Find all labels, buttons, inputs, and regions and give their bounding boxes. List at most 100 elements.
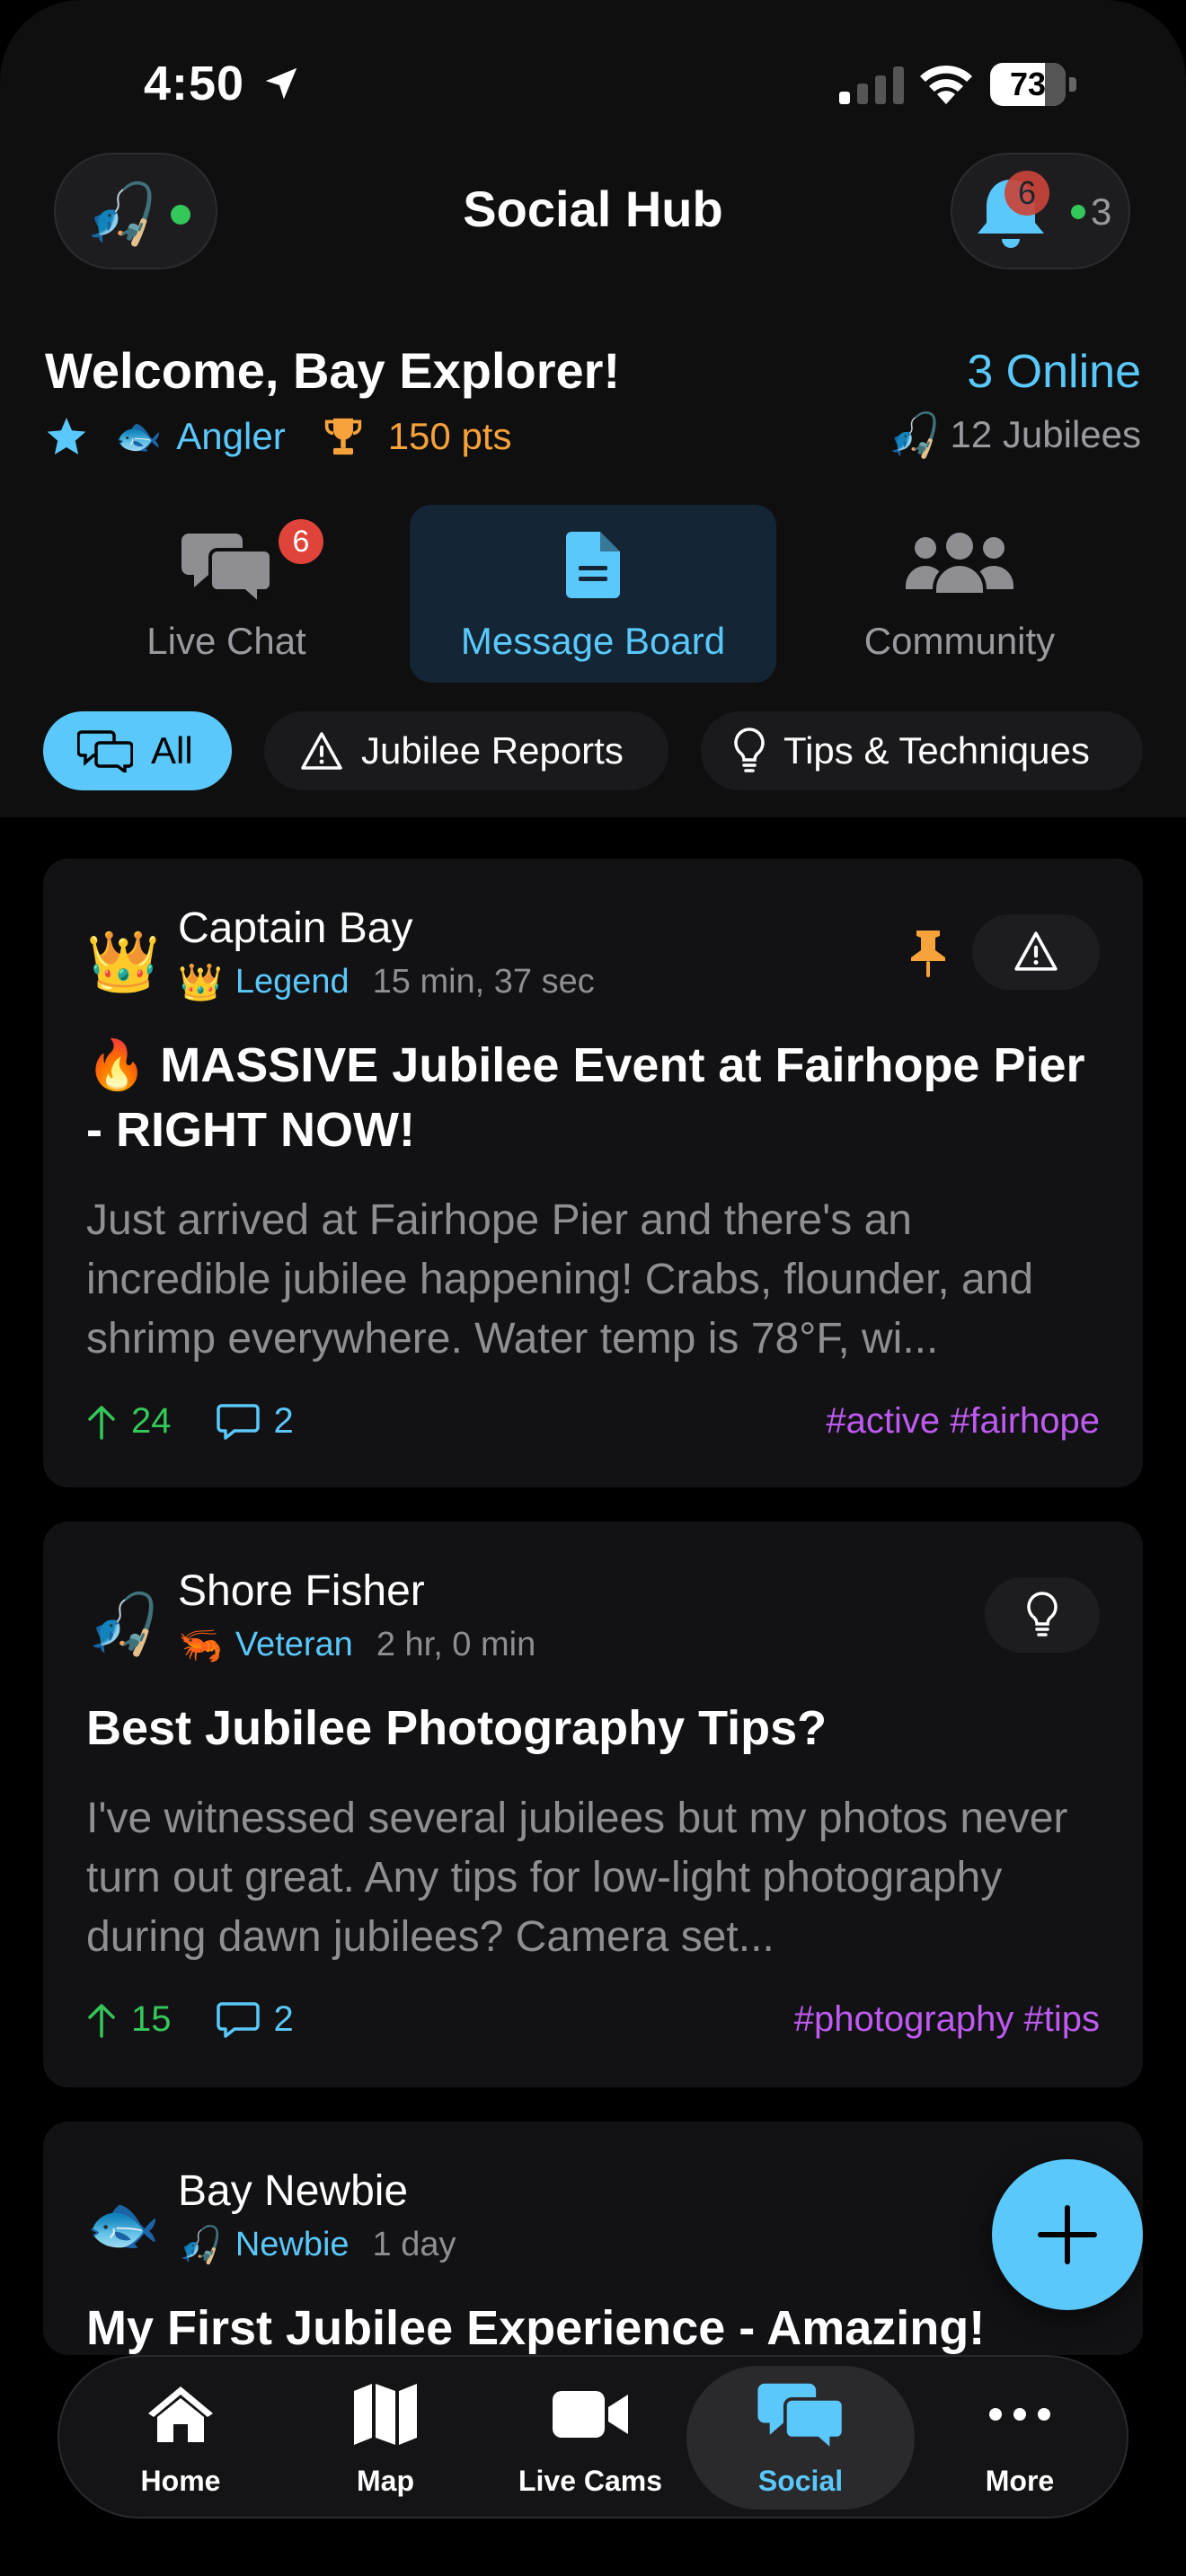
post-body: I've witnessed several jubilees but my p… <box>86 1795 1068 1961</box>
tab-community[interactable]: Community <box>776 505 1143 683</box>
post-time: 15 min, 37 sec <box>372 963 595 1001</box>
post-time: 1 day <box>372 2226 456 2263</box>
lightbulb-icon <box>1027 1592 1058 1636</box>
post-title[interactable]: 🔥 MASSIVE Jubilee Event at Fairhope Pier… <box>86 1033 1102 1162</box>
upvote-button[interactable]: 15 <box>86 1999 172 2040</box>
plus-icon <box>1038 2205 1097 2264</box>
rank-emoji: 👑 <box>178 963 223 1002</box>
pin-icon <box>911 931 945 977</box>
filter-label: Tips & Techniques <box>783 729 1090 772</box>
tab-live-chat[interactable]: 6 Live Chat <box>43 505 410 683</box>
online-users-dot <box>1071 205 1085 219</box>
filter-tips-techniques[interactable]: Tips & Techniques <box>701 711 1143 790</box>
online-count[interactable]: 3 Online <box>967 345 1141 399</box>
tabbar-more[interactable]: More <box>916 2357 1123 2517</box>
report-type-button[interactable] <box>972 914 1100 990</box>
tabbar-label: Map <box>357 2465 414 2497</box>
post-avatar: 🐟 <box>86 2191 161 2257</box>
post-body: Just arrived at Fairhope Pier and there'… <box>86 1196 1034 1363</box>
upvote-count: 15 <box>131 1999 172 2039</box>
rank-emoji: 🐟 <box>115 414 163 457</box>
upvote-button[interactable]: 24 <box>86 1401 172 1442</box>
rank-emoji: 🦐 <box>178 1626 223 1665</box>
post-title[interactable]: My First Jubilee Experience - Amazing! <box>86 2296 1102 2355</box>
author-rank: Veteran <box>235 1626 353 1663</box>
post-card[interactable]: 🎣 Shore Fisher 🦐 Veteran 2 hr, 0 min Bes… <box>43 1522 1143 2087</box>
comment-icon <box>216 2001 260 2038</box>
user-rank-row: 🐟 Angler 150 pts <box>45 411 511 462</box>
filter-label: All <box>151 729 193 772</box>
star-icon <box>47 418 86 454</box>
home-icon <box>148 2386 213 2442</box>
header-background <box>0 0 1186 817</box>
jubilees-count-row: 🎣 12 Jubilees <box>888 410 1141 460</box>
post-card[interactable]: 🐟 Bay Newbie 🎣 Newbie 1 day My First Jub… <box>43 2122 1143 2355</box>
comment-count: 2 <box>273 1401 294 1441</box>
location-arrow-icon <box>265 67 297 100</box>
comments-button[interactable]: 2 <box>216 1999 294 2040</box>
author-rank: Newbie <box>235 2226 350 2263</box>
jubilees-emoji: 🎣 <box>887 411 942 460</box>
lightbulb-icon <box>734 728 765 772</box>
status-time: 4:50 <box>144 57 245 110</box>
tab-message-board[interactable]: Message Board <box>410 505 776 683</box>
post-tags[interactable]: #photography #tips <box>794 1999 1100 2040</box>
warning-icon <box>301 732 342 770</box>
jubilees-count: 12 Jubilees <box>950 413 1141 455</box>
post-author[interactable]: Captain Bay <box>178 904 413 953</box>
tab-label: Community <box>863 620 1056 662</box>
welcome-greeting: Welcome, Bay Explorer! <box>45 342 621 399</box>
comment-icon <box>216 1403 260 1440</box>
tabbar-label: More <box>985 2465 1055 2497</box>
chat-bubbles-icon <box>77 730 133 772</box>
user-rank: Angler <box>176 415 286 457</box>
trophy-icon <box>324 418 361 455</box>
tabbar-label: Live Cams <box>518 2465 663 2497</box>
online-users-count: 3 <box>1091 190 1112 233</box>
post-author[interactable]: Bay Newbie <box>178 2166 408 2216</box>
live-chat-badge: 6 <box>279 519 323 564</box>
post-tags[interactable]: #active #fairhope <box>826 1401 1100 1442</box>
people-icon <box>906 533 1013 596</box>
post-avatar: 👑 <box>86 928 161 994</box>
cellular-signal-icon <box>839 66 904 104</box>
post-meta: 🦐 Veteran 2 hr, 0 min <box>178 1624 535 1666</box>
screen: 4:50 73 🎣 Social Hub 6 3 Welcome, Bay Ex… <box>0 0 1186 2576</box>
filter-all[interactable]: All <box>43 711 232 790</box>
comments-button[interactable]: 2 <box>216 1401 294 1442</box>
map-icon <box>354 2384 417 2445</box>
filter-jubilee-reports[interactable]: Jubilee Reports <box>264 711 668 790</box>
ellipsis-icon <box>989 2408 1050 2421</box>
post-stats: 15 2 <box>86 1999 294 2040</box>
document-icon <box>566 532 620 598</box>
tab-label: Live Chat <box>146 620 306 662</box>
tab-bar: Home Map Live Cams Social More <box>58 2355 1128 2519</box>
post-stats: 24 2 <box>86 1401 294 1442</box>
notifications-button[interactable]: 6 3 <box>951 153 1130 269</box>
new-post-button[interactable] <box>992 2159 1143 2310</box>
author-rank: Legend <box>235 963 350 1001</box>
tabbar-label: Home <box>140 2465 221 2497</box>
post-type-button[interactable] <box>985 1577 1100 1653</box>
post-avatar: 🎣 <box>86 1591 161 1657</box>
tabbar-live-cams[interactable]: Live Cams <box>487 2357 694 2517</box>
post-meta: 🎣 Newbie 1 day <box>178 2224 456 2266</box>
chat-bubbles-icon <box>757 2383 845 2450</box>
user-points: 150 pts <box>387 415 512 457</box>
rank-emoji: 🎣 <box>178 2226 223 2265</box>
warning-icon <box>1014 931 1058 971</box>
tabbar-social[interactable]: Social <box>686 2366 915 2510</box>
post-author[interactable]: Shore Fisher <box>178 1566 425 1616</box>
post-title[interactable]: Best Jubilee Photography Tips? <box>86 1696 1102 1760</box>
tab-label: Message Board <box>460 620 726 662</box>
battery-indicator: 73 <box>990 63 1076 106</box>
notification-badge: 6 <box>1005 171 1049 216</box>
post-time: 2 hr, 0 min <box>376 1626 536 1663</box>
tabbar-map[interactable]: Map <box>282 2357 489 2517</box>
arrow-up-icon <box>88 1405 115 1440</box>
tabbar-home[interactable]: Home <box>77 2357 284 2517</box>
post-card[interactable]: 👑 Captain Bay 👑 Legend 15 min, 37 sec 🔥 … <box>43 859 1143 1487</box>
comment-count: 2 <box>273 1999 294 2039</box>
tabbar-label: Social <box>757 2465 844 2497</box>
wifi-icon <box>920 65 972 104</box>
